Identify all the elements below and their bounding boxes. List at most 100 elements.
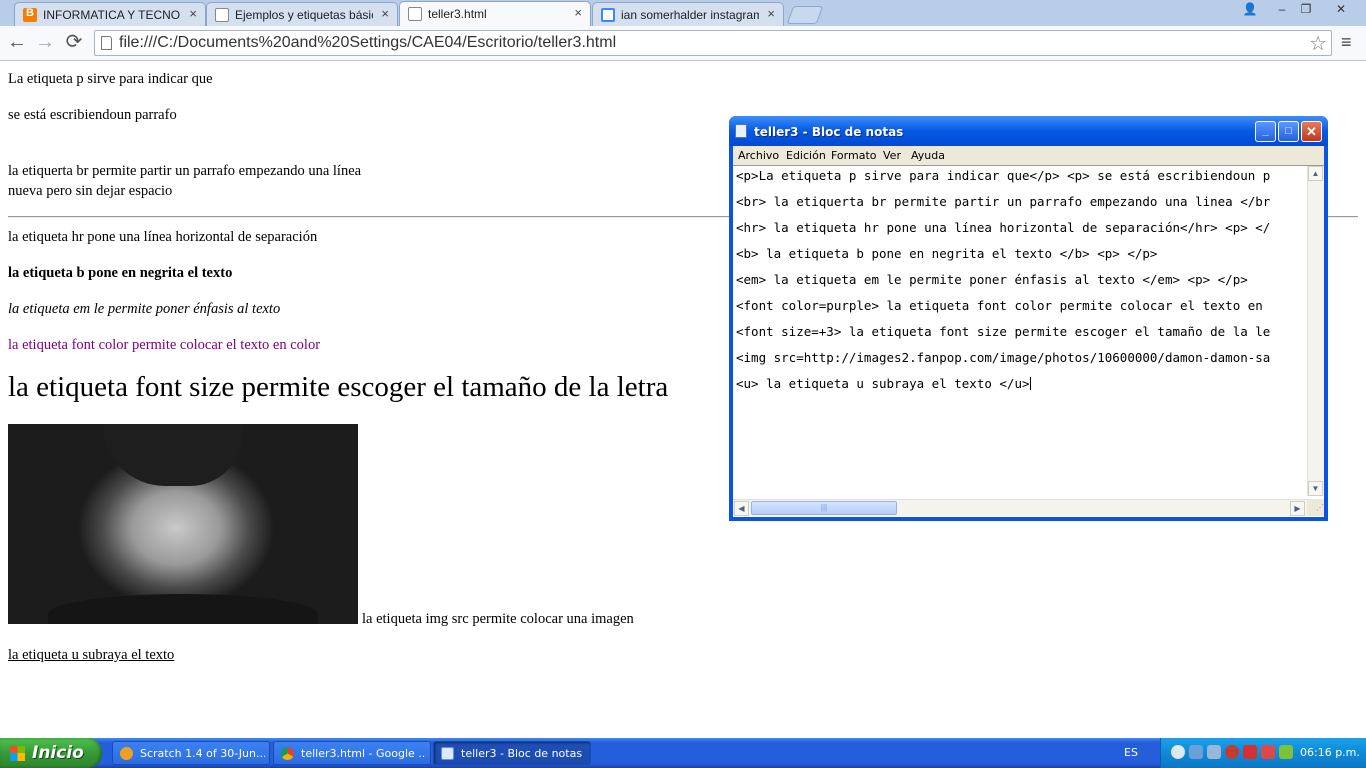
paragraph-text: se está escribiendoun parrafo xyxy=(8,107,177,123)
tab-label: ian somerhalder instagram - Bu xyxy=(621,8,759,22)
page-icon xyxy=(408,7,422,21)
taskbar: Inicio Scratch 1.4 of 30-Jun... teller3.… xyxy=(0,738,1366,768)
text-caret xyxy=(1029,377,1031,390)
tray-antivirus-icon[interactable] xyxy=(1225,745,1239,759)
notepad-text-area[interactable]: <p>La etiqueta p sirve para indicar que<… xyxy=(733,165,1324,517)
tab-label: teller3.html xyxy=(428,7,487,21)
notepad-icon xyxy=(735,124,747,138)
notepad-line: <img src=http://images2.fanpop.com/image… xyxy=(736,350,1271,365)
user-icon[interactable]: 👤 xyxy=(1238,1,1262,17)
menu-ver[interactable]: Ver xyxy=(883,149,901,162)
notepad-line: <p>La etiqueta p sirve para indicar que<… xyxy=(736,168,1271,183)
vertical-scrollbar[interactable]: ▲ ▼ xyxy=(1307,166,1324,496)
back-button[interactable]: ← xyxy=(6,31,28,53)
page-icon xyxy=(101,36,112,50)
portrait-image xyxy=(8,424,358,624)
scroll-right-arrow-icon[interactable]: ▶ xyxy=(1290,501,1305,516)
close-window-button[interactable]: ✕ xyxy=(1326,1,1356,17)
scroll-left-arrow-icon[interactable]: ◀ xyxy=(734,501,749,516)
browser-tab-strip: INFORMATICA Y TECNOLOGIA × Ejemplos y et… xyxy=(0,0,1366,27)
taskbar-item-chrome[interactable]: teller3.html - Google ... xyxy=(273,741,431,765)
notepad-close-button[interactable]: ✕ xyxy=(1301,121,1322,142)
browser-toolbar: ← → ⟳ file:///C:/Documents%20and%20Setti… xyxy=(0,26,1366,61)
windows-logo-icon xyxy=(10,746,25,761)
notepad-icon xyxy=(441,747,454,760)
tab-informatica[interactable]: INFORMATICA Y TECNOLOGIA × xyxy=(14,2,206,26)
photo-shirt xyxy=(48,594,318,624)
notepad-menu-bar: Archivo Edición Formato Ver Ayuda xyxy=(733,146,1324,165)
tray-globe-icon[interactable] xyxy=(1171,745,1185,759)
tray-alert-icon[interactable] xyxy=(1261,745,1275,759)
address-bar[interactable]: file:///C:/Documents%20and%20Settings/CA… xyxy=(94,30,1332,56)
tray-network-icon[interactable] xyxy=(1189,745,1203,759)
taskbar-item-notepad[interactable]: teller3 - Bloc de notas xyxy=(433,741,591,765)
notepad-line: <font size=+3> la etiqueta font size per… xyxy=(736,324,1271,339)
forward-button[interactable]: → xyxy=(34,31,56,53)
tab-close-icon[interactable]: × xyxy=(574,5,582,20)
taskbar-item-scratch[interactable]: Scratch 1.4 of 30-Jun... xyxy=(112,741,270,765)
horizontal-scroll-thumb[interactable]: ||| xyxy=(751,501,897,515)
reload-button[interactable]: ⟳ xyxy=(63,31,85,53)
menu-formato[interactable]: Formato xyxy=(831,149,877,162)
bookmark-star-icon[interactable]: ☆ xyxy=(1309,31,1327,56)
tray-computer-icon[interactable] xyxy=(1207,745,1221,759)
scroll-up-arrow-icon[interactable]: ▲ xyxy=(1308,166,1323,181)
resize-grip-icon[interactable]: ⋰ xyxy=(1307,499,1324,516)
blogger-icon xyxy=(23,7,37,22)
underline-text: la etiqueta u subraya el texto xyxy=(8,647,175,663)
taskbar-item-label: teller3.html - Google ... xyxy=(301,747,426,760)
menu-edicion[interactable]: Edición xyxy=(786,149,826,162)
notepad-line-last: <u> la etiqueta u subraya el texto </u> xyxy=(736,376,1031,391)
notepad-line: <font color=purple> la etiqueta font col… xyxy=(736,298,1263,313)
system-tray: 06:16 p.m. xyxy=(1160,738,1366,768)
line-break-text: la etiquerta br permite partir un parraf… xyxy=(8,163,362,179)
minimize-window-button[interactable]: – xyxy=(1270,1,1294,17)
notepad-window[interactable]: teller3 - Bloc de notas _ □ ✕ Archivo Ed… xyxy=(729,116,1328,521)
restore-window-button[interactable]: ❐ xyxy=(1294,1,1318,17)
google-icon xyxy=(601,8,615,22)
tray-nvidia-icon[interactable] xyxy=(1279,745,1293,759)
scratch-cat-icon xyxy=(120,747,133,760)
scroll-down-arrow-icon[interactable]: ▼ xyxy=(1308,481,1323,496)
notepad-title: teller3 - Bloc de notas xyxy=(754,125,904,139)
emphasis-text: la etiqueta em le permite poner énfasis … xyxy=(8,301,281,317)
language-indicator[interactable]: ES xyxy=(1124,746,1138,759)
menu-archivo[interactable]: Archivo xyxy=(738,149,779,162)
tab-label: INFORMATICA Y TECNOLOGIA xyxy=(43,8,181,22)
tab-label: Ejemplos y etiquetas básicas xyxy=(235,8,373,22)
address-url[interactable]: file:///C:/Documents%20and%20Settings/CA… xyxy=(119,34,616,52)
notepad-minimize-button[interactable]: _ xyxy=(1255,121,1276,142)
tab-teller3[interactable]: teller3.html × xyxy=(399,1,591,27)
chrome-icon xyxy=(281,747,294,760)
tab-close-icon[interactable]: × xyxy=(189,6,197,21)
paragraph-text: La etiqueta p sirve para indicar que xyxy=(8,71,213,87)
tray-shield-icon[interactable] xyxy=(1243,745,1257,759)
tab-ejemplos[interactable]: Ejemplos y etiquetas básicas × xyxy=(206,2,398,26)
image-caption: la etiqueta img src permite colocar una … xyxy=(362,611,634,627)
notepad-line: <em> la etiqueta em le permite poner énf… xyxy=(736,272,1248,287)
notepad-maximize-button[interactable]: □ xyxy=(1278,121,1299,142)
tab-google-search[interactable]: ian somerhalder instagram - Bu × xyxy=(592,2,784,26)
clock[interactable]: 06:16 p.m. xyxy=(1300,746,1360,759)
notepad-line: <hr> la etiqueta hr pone una línea horiz… xyxy=(736,220,1271,235)
new-tab-button[interactable] xyxy=(786,6,824,24)
chrome-menu-icon[interactable]: ≡ xyxy=(1341,32,1352,53)
start-label: Inicio xyxy=(32,743,84,763)
line-break-text: nueva pero sin dejar espacio xyxy=(8,183,173,199)
notepad-line: <br> la etiquerta br permite partir un p… xyxy=(736,194,1271,209)
photo-hair xyxy=(103,424,243,486)
purple-text: la etiqueta font color permite colocar e… xyxy=(8,337,321,353)
tab-close-icon[interactable]: × xyxy=(767,6,775,21)
notepad-line-text: <u> la etiqueta u subraya el texto </u> xyxy=(736,376,1030,391)
bold-text: la etiqueta b pone en negrita el texto xyxy=(8,265,233,281)
tab-close-icon[interactable]: × xyxy=(381,6,389,21)
taskbar-item-label: Scratch 1.4 of 30-Jun... xyxy=(140,747,265,760)
start-button[interactable]: Inicio xyxy=(0,738,102,768)
notepad-title-bar[interactable]: teller3 - Bloc de notas _ □ ✕ xyxy=(729,116,1328,146)
horizontal-scrollbar[interactable]: ◀ ||| ▶ xyxy=(733,499,1307,516)
notepad-line: <b> la etiqueta b pone en negrita el tex… xyxy=(736,246,1158,261)
large-text: la etiqueta font size permite escoger el… xyxy=(8,371,669,403)
taskbar-item-label: teller3 - Bloc de notas xyxy=(461,747,583,760)
page-icon xyxy=(215,8,229,22)
menu-ayuda[interactable]: Ayuda xyxy=(911,149,945,162)
